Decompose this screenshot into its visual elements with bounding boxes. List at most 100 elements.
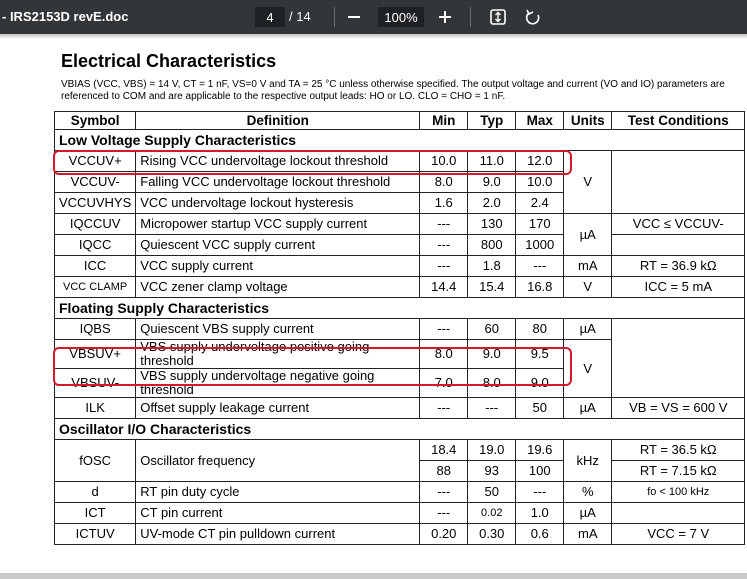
symbol-cell: IQBS: [53, 318, 137, 340]
table-row: fOSC Oscillator frequency 18.4 19.0 19.6…: [53, 439, 746, 482]
typ-cell: 800: [467, 234, 517, 256]
max-cell: 19.6: [515, 439, 565, 461]
units-cell: kHz: [563, 439, 613, 482]
units-cell: µA: [563, 502, 613, 524]
rotate-icon: [525, 9, 540, 25]
min-cell: ---: [419, 502, 469, 524]
col-header: Max: [515, 111, 565, 130]
max-cell: 2.4: [515, 192, 565, 214]
conditions-cell: [611, 502, 746, 524]
units-cell: V: [563, 276, 613, 298]
symbol-cell: ICT: [53, 502, 137, 524]
min-cell: ---: [419, 481, 469, 503]
max-cell: 1.0: [515, 502, 565, 524]
conditions-cell: ICC = 5 mA: [611, 276, 746, 298]
typ-cell: ---: [467, 397, 517, 419]
units-cell: µA: [563, 397, 613, 419]
table-row: ICTUV UV-mode CT pin pulldown current 0.…: [53, 523, 746, 545]
definition-cell: Quiescent VBS supply current: [135, 318, 421, 340]
units-cell: mA: [563, 523, 613, 545]
note-line-1: VBIAS (VCC, VBS) = 14 V, CT = 1 nF, VS=0…: [61, 79, 725, 90]
conditions-cell: VB = VS = 600 V: [611, 397, 746, 419]
max-cell: 100: [515, 460, 565, 482]
typ-cell: 93: [467, 460, 517, 482]
max-cell: ---: [515, 255, 565, 277]
conditions-cell: [611, 318, 746, 398]
min-cell: 18.4: [419, 439, 469, 461]
highlight-vccuv-row: [53, 150, 572, 175]
conditions-cell: [611, 150, 746, 214]
table-row: ICT CT pin current --- 0.02 1.0 µA: [53, 502, 746, 524]
typ-cell: 50: [467, 481, 517, 503]
definition-cell: Micropower startup VCC supply current: [135, 213, 421, 235]
min-cell: ---: [419, 255, 469, 277]
col-header: Test Conditions: [611, 111, 746, 130]
table-row: ICC VCC supply current --- 1.8 --- mA RT…: [53, 255, 746, 277]
symbol-cell: ILK: [53, 397, 137, 419]
fit-page-button[interactable]: [486, 5, 510, 29]
col-header: Units: [563, 111, 613, 130]
zoom-out-button[interactable]: [342, 5, 366, 29]
typ-cell: 15.4: [467, 276, 517, 298]
units-cell: mA: [563, 255, 613, 277]
max-cell: ---: [515, 481, 565, 503]
pdf-page: Electrical Characteristics VBIAS (VCC, V…: [0, 39, 747, 579]
conditions-cell: RT = 7.15 kΩ: [611, 460, 746, 482]
symbol-cell: IQCCUV: [53, 213, 137, 235]
col-header: Definition: [135, 111, 421, 130]
definition-cell: CT pin current: [135, 502, 421, 524]
highlight-vbsuv-row: [53, 347, 572, 386]
conditions-cell: RT = 36.5 kΩ: [611, 439, 746, 461]
min-cell: 0.20: [419, 523, 469, 545]
zoom-level-input[interactable]: 100%: [378, 7, 424, 27]
table-row: IQBS Quiescent VBS supply current --- 60…: [53, 318, 746, 398]
max-cell: 50: [515, 397, 565, 419]
typ-cell: 0.30: [467, 523, 517, 545]
conditions-cell: RT = 36.9 kΩ: [611, 255, 746, 277]
toolbar-divider: [334, 7, 335, 27]
min-cell: ---: [419, 213, 469, 235]
pdf-toolbar: - IRS2153D revE.doc 4 / 14 100%: [0, 0, 747, 34]
rotate-button[interactable]: [521, 5, 545, 29]
units-cell: µA: [563, 318, 613, 340]
min-cell: ---: [419, 318, 469, 340]
page-number-input[interactable]: 4: [255, 7, 285, 27]
min-cell: ---: [419, 397, 469, 419]
zoom-in-button[interactable]: [433, 5, 457, 29]
table-row: d RT pin duty cycle --- 50 --- % fo < 10…: [53, 481, 746, 503]
min-cell: 14.4: [419, 276, 469, 298]
plus-icon: [439, 11, 451, 23]
document-title: - IRS2153D revE.doc: [2, 9, 129, 24]
definition-cell: Oscillator frequency: [135, 439, 421, 482]
max-cell: 16.8: [515, 276, 565, 298]
min-cell: 88: [419, 460, 469, 482]
definition-cell: Offset supply leakage current: [135, 397, 421, 419]
min-cell: ---: [419, 234, 469, 256]
table-row: IQCC Quiescent VCC supply current --- 80…: [53, 234, 746, 256]
typ-cell: 130: [467, 213, 517, 235]
col-header: Typ: [467, 111, 517, 130]
symbol-cell: fOSC: [53, 439, 137, 482]
max-cell: 0.6: [515, 523, 565, 545]
definition-cell: UV-mode CT pin pulldown current: [135, 523, 421, 545]
conditions-note: VBIAS (VCC, VBS) = 14 V, CT = 1 nF, VS=0…: [61, 79, 741, 103]
fit-page-icon: [490, 9, 506, 25]
table-row: ILK Offset supply leakage current --- --…: [53, 397, 746, 419]
symbol-cell: VCC CLAMP: [53, 276, 137, 298]
symbol-cell: d: [53, 481, 137, 503]
section-title: Low Voltage Supply Characteristics: [53, 129, 746, 151]
section-title: Floating Supply Characteristics: [53, 297, 746, 319]
section-title: Oscillator I/O Characteristics: [53, 418, 746, 440]
minus-icon: [348, 16, 360, 18]
definition-cell: VCC undervoltage lockout hysteresis: [135, 192, 421, 214]
max-cell: 1000: [515, 234, 565, 256]
definition-cell: VCC zener clamp voltage: [135, 276, 421, 298]
symbol-cell: ICC: [53, 255, 137, 277]
horizontal-scrollbar[interactable]: [0, 573, 747, 579]
min-cell: 1.6: [419, 192, 469, 214]
max-cell: 170: [515, 213, 565, 235]
typ-cell: 0.02: [467, 502, 517, 524]
symbol-cell: ICTUV: [53, 523, 137, 545]
page-heading: Electrical Characteristics: [61, 51, 277, 71]
definition-cell: Quiescent VCC supply current: [135, 234, 421, 256]
